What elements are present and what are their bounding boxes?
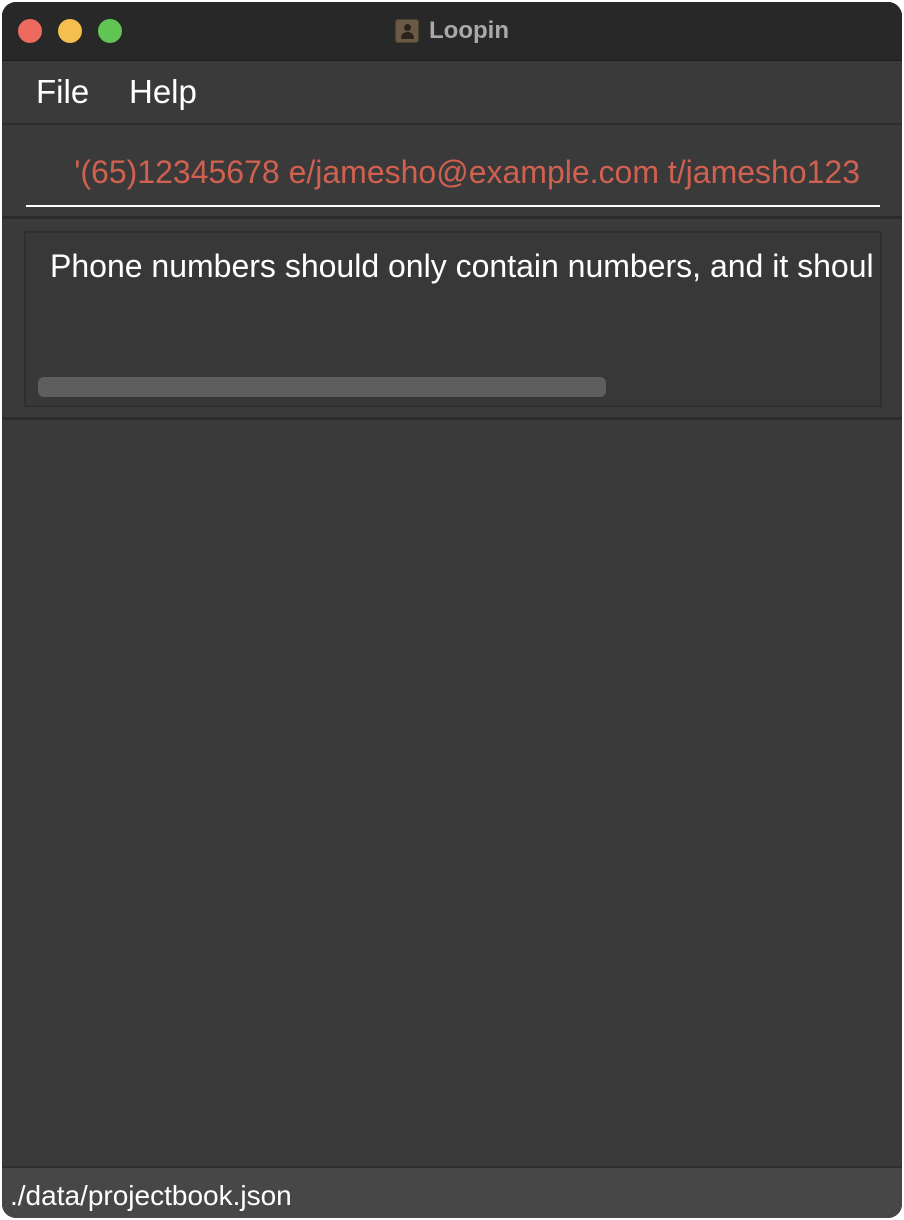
title-bar: Loopin [2, 2, 902, 61]
app-icon-body [401, 32, 415, 39]
status-bar: ./data/projectbook.json [2, 1166, 902, 1218]
window-title-group: Loopin [2, 2, 902, 60]
data-file-path: ./data/projectbook.json [10, 1180, 292, 1211]
app-icon-head [404, 24, 412, 31]
window-title: Loopin [429, 17, 509, 44]
result-display-area: Phone numbers should only contain number… [2, 219, 902, 420]
command-input[interactable]: '(65)12345678 e/jamesho@example.com t/ja… [26, 143, 880, 207]
result-message: Phone numbers should only contain number… [50, 248, 874, 284]
menu-help[interactable]: Help [129, 71, 197, 113]
menu-bar: File Help [2, 61, 902, 125]
result-display[interactable]: Phone numbers should only contain number… [24, 231, 882, 407]
menu-file[interactable]: File [36, 71, 89, 113]
app-window: Loopin File Help '(65)12345678 e/jamesho… [2, 2, 902, 1218]
project-list-panel [2, 420, 902, 1166]
contact-book-icon [395, 19, 420, 43]
command-input-text: '(65)12345678 e/jamesho@example.com t/ja… [74, 154, 860, 190]
command-box-area: '(65)12345678 e/jamesho@example.com t/ja… [2, 125, 902, 219]
horizontal-scrollbar[interactable] [38, 377, 606, 397]
